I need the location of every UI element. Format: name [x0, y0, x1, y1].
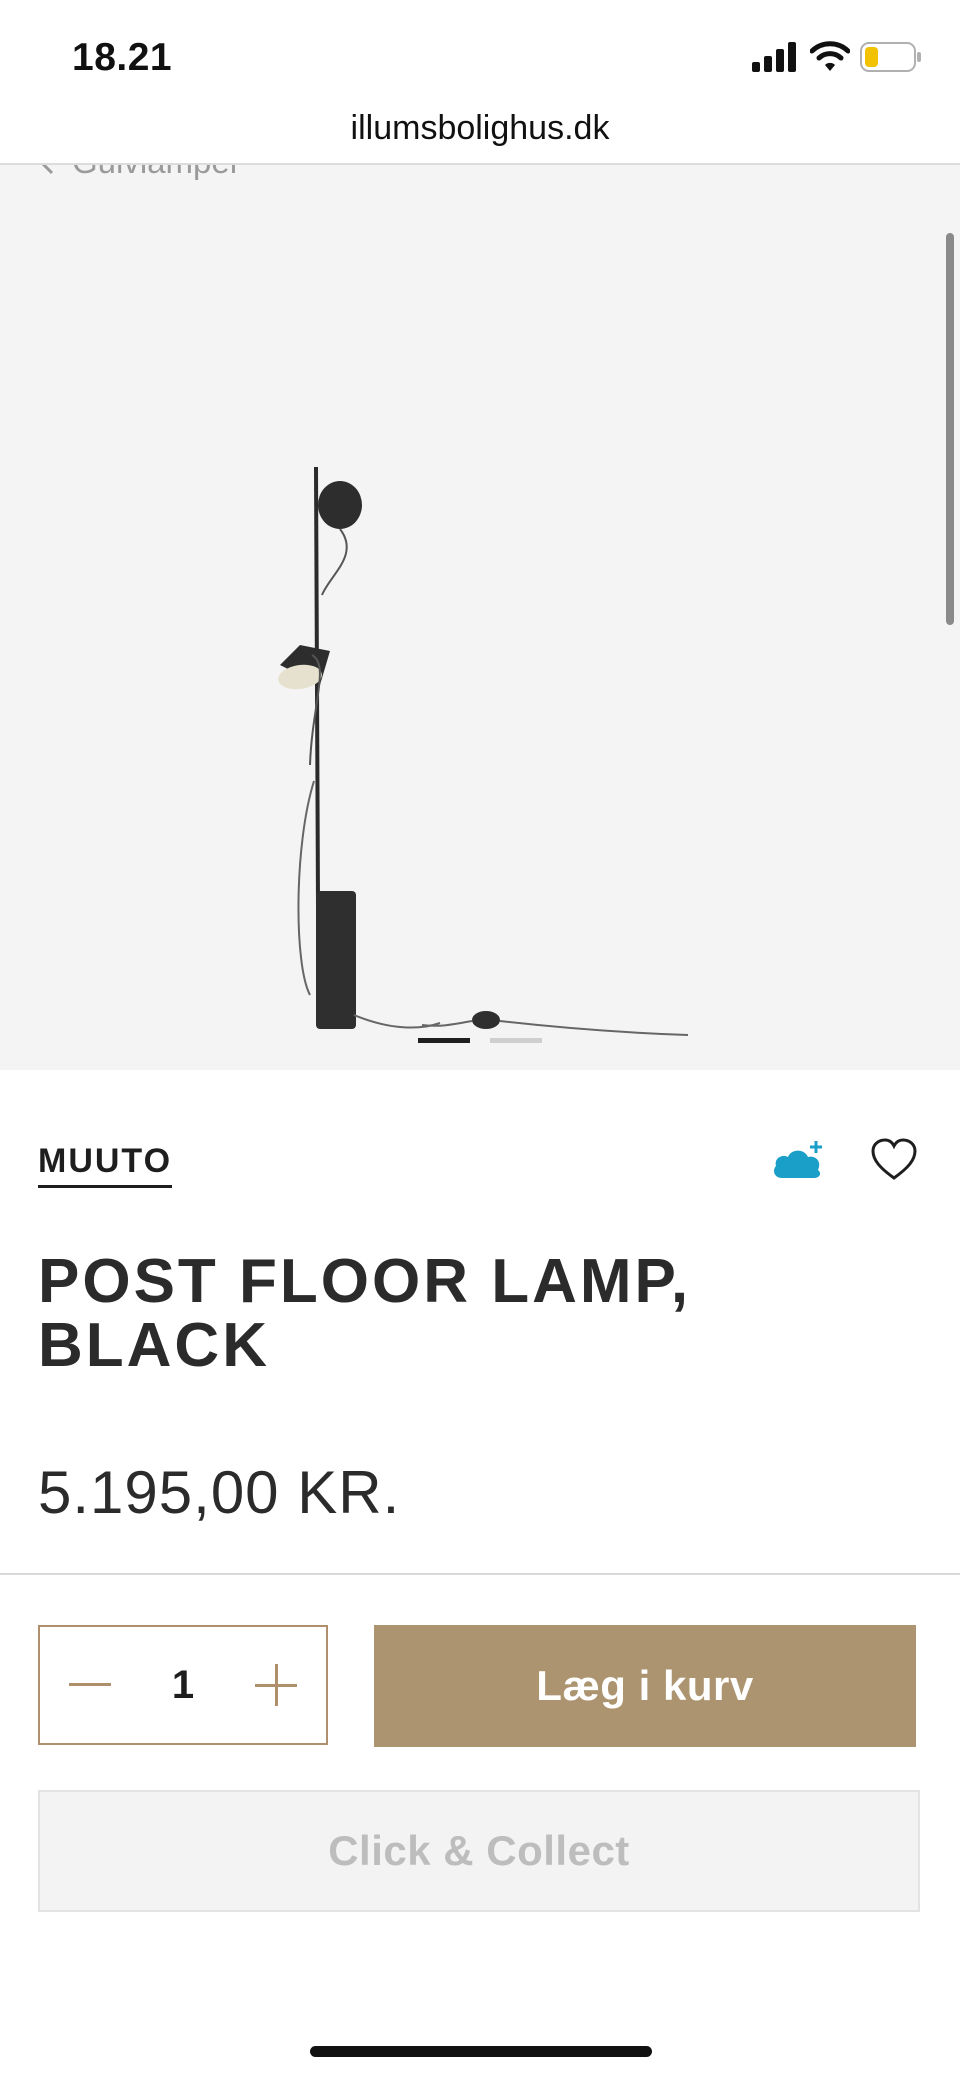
quantity-increase-button[interactable] [226, 1627, 326, 1743]
battery-low-icon [860, 42, 921, 72]
product-price: 5.195,00 KR. [38, 1459, 401, 1526]
product-gallery[interactable]: Gulvlamper [0, 165, 960, 1070]
post-floor-lamp-image [278, 466, 689, 1036]
url-bar[interactable]: illumsbolighus.dk [0, 104, 960, 160]
carousel-dots [0, 1038, 960, 1044]
cellular-signal-icon [752, 42, 796, 72]
chevron-left-icon [41, 165, 54, 175]
breadcrumb-label: Gulvlamper [72, 165, 241, 181]
add-to-cart-button[interactable]: Læg i kurv [374, 1625, 916, 1747]
minus-icon [69, 1683, 111, 1686]
breadcrumb[interactable]: Gulvlamper [38, 165, 241, 181]
brand-link[interactable]: MUUTO [38, 1142, 173, 1188]
home-indicator [310, 2046, 652, 2057]
quantity-value[interactable]: 1 [140, 1627, 226, 1743]
cloud-plus-icon[interactable] [772, 1140, 830, 1182]
quantity-decrease-button[interactable] [40, 1627, 140, 1743]
heart-icon[interactable] [870, 1138, 918, 1182]
carousel-dot-2[interactable] [490, 1038, 542, 1043]
info-divider [0, 1573, 960, 1575]
click-collect-button[interactable]: Click & Collect [38, 1790, 920, 1912]
quantity-stepper: 1 [38, 1625, 328, 1745]
carousel-dot-1[interactable] [418, 1038, 470, 1043]
status-time: 18.21 [72, 36, 173, 79]
scroll-indicator[interactable] [946, 233, 954, 625]
product-title: POST FLOOR LAMP, BLACK [38, 1247, 692, 1380]
plus-icon [255, 1664, 297, 1706]
status-bar: 18.21 [0, 0, 960, 110]
wifi-icon [810, 41, 850, 71]
